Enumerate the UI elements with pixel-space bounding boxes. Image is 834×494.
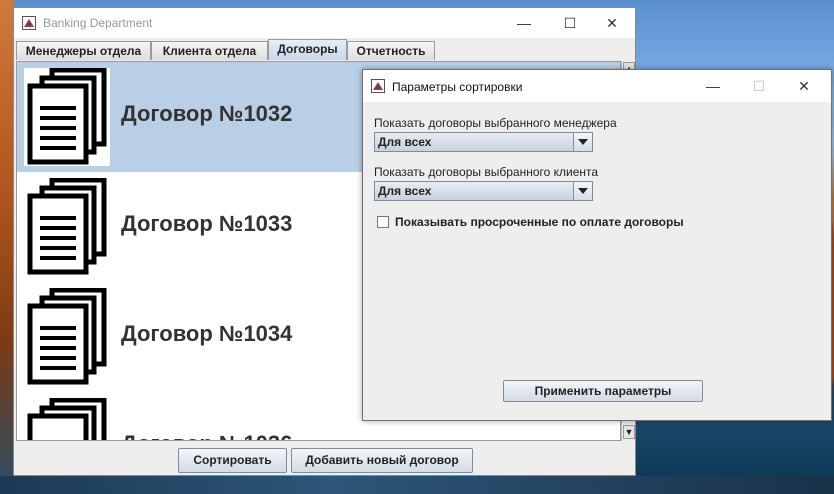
tab-managers[interactable]: Менеджеры отдела	[16, 41, 151, 60]
desktop-edge-left	[0, 0, 14, 494]
document-stack-icon	[24, 178, 110, 276]
tab-clients[interactable]: Клиента отдела	[151, 41, 268, 60]
apply-parameters-button[interactable]: Применить параметры	[503, 380, 703, 402]
dialog-close-button[interactable]: ✕	[781, 71, 827, 101]
document-stack-icon	[24, 68, 110, 166]
chevron-down-icon[interactable]	[573, 182, 592, 200]
document-stack-icon	[24, 288, 110, 386]
tab-bar: Менеджеры отдела Клиента отдела Договоры…	[14, 39, 635, 61]
contract-label: Договор №1034	[121, 321, 293, 346]
client-filter-value: Для всех	[378, 184, 432, 198]
title-bar[interactable]: Banking Department — ☐ ✕	[14, 8, 635, 38]
document-stack-icon	[24, 398, 110, 440]
sort-parameters-dialog: Параметры сортировки — ☐ ✕ Показать дого…	[362, 69, 832, 421]
tab-reports[interactable]: Отчетность	[347, 41, 435, 60]
minimize-button[interactable]: —	[501, 8, 547, 38]
dialog-minimize-button[interactable]: —	[690, 71, 736, 101]
overdue-checkbox[interactable]	[377, 216, 389, 228]
maximize-button[interactable]: ☐	[547, 8, 593, 38]
close-button[interactable]: ✕	[589, 8, 635, 38]
chevron-down-icon[interactable]	[573, 133, 592, 151]
scroll-down-icon[interactable]: ▼	[623, 425, 635, 439]
sort-button[interactable]: Сортировать	[178, 448, 287, 473]
dialog-title: Параметры сортировки	[392, 80, 523, 94]
contract-label: Договор №1036	[121, 431, 292, 440]
dialog-maximize-button: ☐	[752, 78, 766, 94]
contract-label: Договор №1032	[121, 101, 293, 126]
manager-filter-value: Для всех	[378, 135, 432, 149]
window-title: Banking Department	[43, 16, 153, 30]
app-icon	[371, 79, 385, 93]
overdue-checkbox-label[interactable]: Показывать просроченные по оплате догово…	[395, 215, 684, 229]
app-icon	[22, 16, 36, 30]
tab-contracts[interactable]: Договоры	[268, 39, 347, 60]
manager-filter-label: Показать договоры выбранного менеджера	[374, 116, 617, 130]
client-filter-label: Показать договоры выбранного клиента	[374, 165, 599, 179]
contract-label: Договор №1033	[121, 211, 293, 236]
dialog-title-bar[interactable]: Параметры сортировки — ☐ ✕	[363, 70, 831, 102]
client-filter-select[interactable]: Для всех	[374, 181, 593, 201]
add-contract-button[interactable]: Добавить новый договор	[291, 448, 473, 473]
manager-filter-select[interactable]: Для всех	[374, 132, 593, 152]
desktop-lake	[0, 476, 834, 494]
